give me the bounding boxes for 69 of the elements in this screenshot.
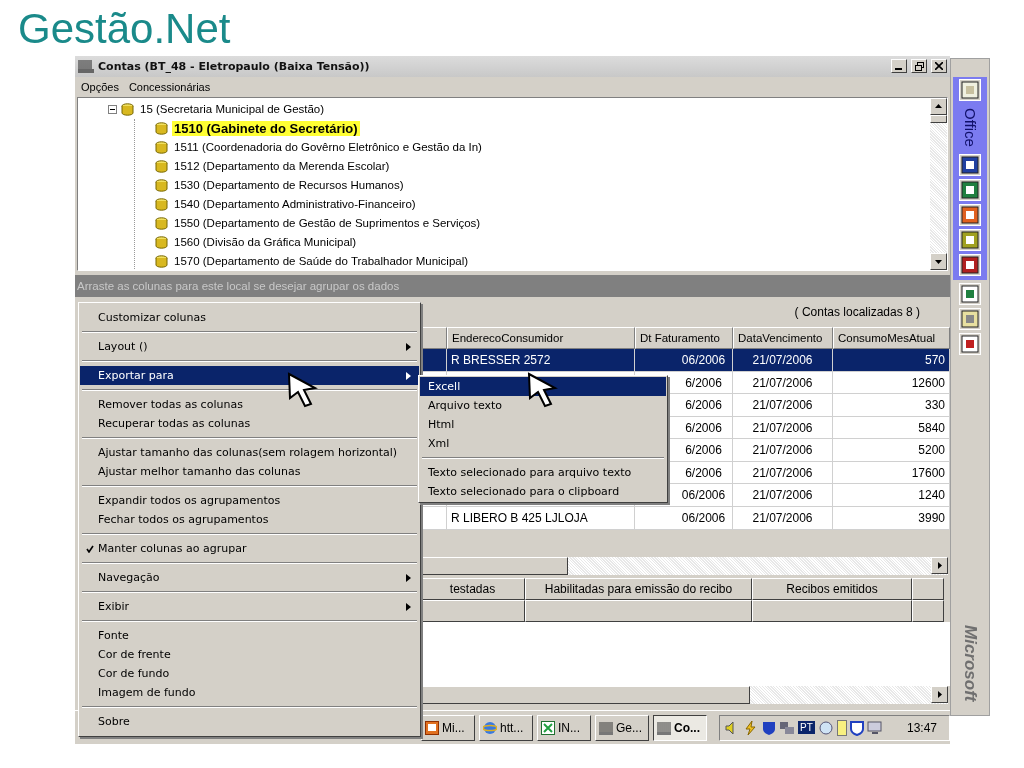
tree-item[interactable]: 1510 (Gabinete do Secretário) xyxy=(172,120,360,136)
table-cell: 21/07/2006 xyxy=(733,371,833,395)
menu-item[interactable]: Remover todas as colunas xyxy=(80,395,419,414)
table-cell: R BRESSER 2572 xyxy=(447,349,635,372)
menu-bar-item[interactable]: Concessionárias xyxy=(124,80,215,93)
tree-item[interactable]: 1570 (Departamento de Saúde do Trabalhador Municipal) xyxy=(172,255,471,268)
column-header: Habilitadas para emissão do recibo xyxy=(525,578,752,601)
menu-item[interactable]: Ajustar melhor tamanho das colunas xyxy=(80,462,419,481)
tree-item[interactable]: 1540 (Departamento Administrativo-Financeiro) xyxy=(172,198,418,211)
menu-item[interactable]: Ajustar tamanho das colunas(sem rolagem horizontal) xyxy=(80,443,419,462)
table-cell: 21/07/2006 xyxy=(733,394,833,417)
table-cell: 330 xyxy=(833,394,950,417)
table-cell: 12600 xyxy=(833,371,950,395)
table-cell: 21/07/2006 xyxy=(733,416,833,440)
office-bar-footer: Microsoft xyxy=(960,624,980,701)
column-header[interactable]: ConsumoMesAtual xyxy=(833,326,950,350)
menu-bar-item[interactable]: Opções xyxy=(77,80,123,93)
menu-item[interactable]: Exportar para xyxy=(80,366,419,385)
table-cell: 06/2006 xyxy=(635,349,733,372)
group-hint: Arraste as colunas para este local se desejar agrupar os dados xyxy=(77,279,400,292)
menu-item[interactable]: Excell xyxy=(420,377,666,396)
tree-item[interactable]: 1530 (Departamento de Recursos Humanos) xyxy=(172,179,406,192)
menu-item[interactable]: Cor de frente xyxy=(80,645,419,664)
slide-title: Gestão.Net xyxy=(17,4,232,54)
taskbar-button[interactable]: Mi... xyxy=(421,714,475,741)
menu-item[interactable]: Sobre xyxy=(80,712,419,731)
column-header: Recibos emitidos xyxy=(752,578,912,601)
table-cell: 570 xyxy=(833,349,950,372)
table-cell: 5200 xyxy=(833,439,950,462)
taskbar-button[interactable]: htt... xyxy=(479,714,533,741)
table-cell: 21/07/2006 xyxy=(733,484,833,507)
table-cell: 21/07/2006 xyxy=(733,507,833,530)
tree-item[interactable]: 1550 (Departamento de Gestão de Suprimentos e Serviços) xyxy=(172,217,483,230)
office-bar-title: Office xyxy=(961,107,979,149)
window-title: Contas (BT_48 - Eletropaulo (Baixa Tensão)) xyxy=(98,59,371,73)
taskbar-button[interactable]: Ge... xyxy=(595,714,649,741)
menu-item[interactable]: Layout () xyxy=(80,337,419,356)
table-cell: R LIBERO B 425 LJLOJA xyxy=(447,507,635,530)
tree-item[interactable]: 1511 (Coordenadoria do Govêrno Eletrônico e Gestão da In) xyxy=(172,141,484,154)
record-count: ( Contas localizadas 8 ) xyxy=(794,304,920,319)
menu-item[interactable]: Exibir xyxy=(80,597,419,616)
tree-item[interactable]: 1560 (Divisão da Gráfica Municipal) xyxy=(172,236,359,249)
taskbar-button[interactable]: Co... xyxy=(653,714,707,741)
column-header[interactable]: Dt Faturamento xyxy=(635,326,733,350)
column-header[interactable]: EnderecoConsumidor xyxy=(447,326,635,350)
menu-item[interactable]: Fechar todos os agrupamentos xyxy=(80,510,419,529)
table-cell: 5840 xyxy=(833,416,950,440)
column-header[interactable]: DataVencimento xyxy=(733,326,833,350)
table-cell: 21/07/2006 xyxy=(733,461,833,485)
tree-item[interactable]: 15 (Secretaria Municipal de Gestão) xyxy=(138,103,327,116)
menu-item[interactable]: Cor de fundo xyxy=(80,664,419,683)
menu-item[interactable]: Manter colunas ao agrupar xyxy=(80,539,419,558)
table-cell: 3990 xyxy=(833,507,950,530)
table-cell: 06/2006 xyxy=(635,507,733,530)
menu-item[interactable]: Recuperar todas as colunas xyxy=(80,414,419,433)
table-cell: 17600 xyxy=(833,461,950,485)
language-indicator[interactable]: PT xyxy=(798,721,815,734)
menu-item[interactable]: Expandir todos os agrupamentos xyxy=(80,491,419,510)
menu-item[interactable]: Fonte xyxy=(80,626,419,645)
menu-item[interactable]: Customizar colunas xyxy=(80,308,419,327)
clock: 13:47 xyxy=(906,720,938,735)
tree-item[interactable]: 1512 (Departamento da Merenda Escolar) xyxy=(172,160,392,173)
table-cell: 1240 xyxy=(833,484,950,507)
table-cell: 21/07/2006 xyxy=(733,349,833,372)
taskbar-button[interactable]: IN... xyxy=(537,714,591,741)
menu-item[interactable]: Navegação xyxy=(80,568,419,587)
column-header: testadas xyxy=(420,578,525,601)
menu-item[interactable]: Imagem de fundo xyxy=(80,683,419,702)
table-cell: 21/07/2006 xyxy=(733,439,833,462)
